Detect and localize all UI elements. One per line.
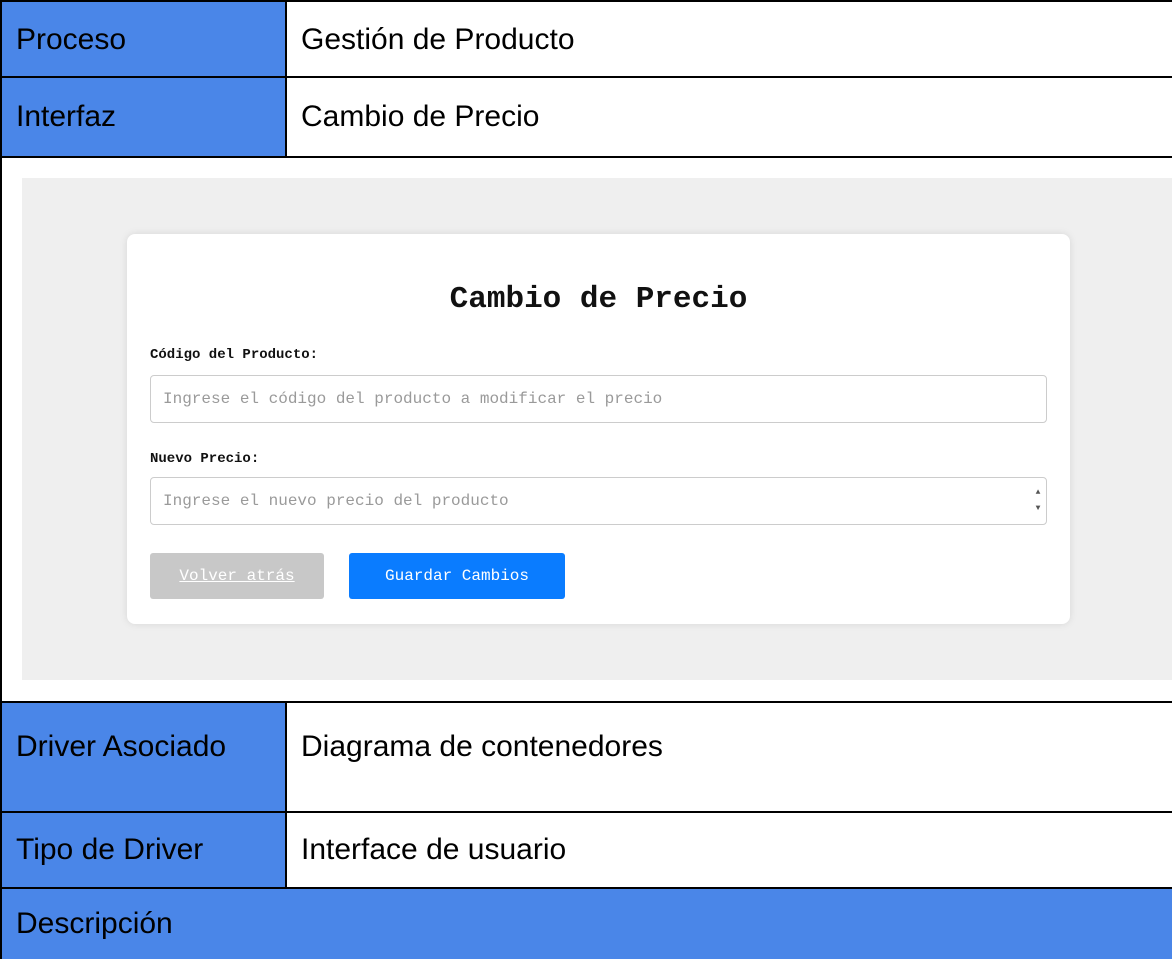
form-title: Cambio de Precio (449, 282, 748, 317)
proceso-value: Gestión de Producto (301, 23, 575, 56)
row-descripcion: Descripción (2, 889, 1172, 959)
tipo-driver-value: Interface de usuario (301, 833, 567, 866)
save-changes-button[interactable]: Guardar Cambios (349, 553, 565, 599)
row-interfaz: Interfaz Cambio de Precio (2, 78, 1172, 158)
interfaz-label: Interfaz (2, 78, 287, 156)
proceso-label: Proceso (2, 2, 287, 76)
row-proceso: Proceso Gestión de Producto (2, 2, 1172, 78)
product-code-label: Código del Producto: (150, 347, 319, 363)
interface-screenshot-row: Cambio de Precio Código del Producto: Nu… (2, 158, 1172, 703)
driver-value: Diagrama de contenedores (301, 730, 663, 763)
back-button[interactable]: Volver atrás (150, 553, 324, 599)
interface-mockup-background: Cambio de Precio Código del Producto: Nu… (22, 178, 1172, 680)
driver-label: Driver Asociado (2, 703, 287, 811)
spec-table: Proceso Gestión de Producto Interfaz Cam… (0, 0, 1172, 959)
new-price-input[interactable] (150, 477, 1047, 525)
spinner-down-icon[interactable]: ▼ (1036, 505, 1041, 513)
interfaz-value: Cambio de Precio (301, 100, 540, 133)
descripcion-label: Descripción (16, 907, 173, 940)
product-code-input[interactable] (150, 375, 1047, 423)
tipo-driver-label: Tipo de Driver (2, 813, 287, 887)
price-change-form-card: Cambio de Precio Código del Producto: Nu… (127, 234, 1070, 624)
row-tipo-driver: Tipo de Driver Interface de usuario (2, 813, 1172, 889)
price-spinner[interactable]: ▲ ▼ (1033, 489, 1043, 513)
row-driver: Driver Asociado Diagrama de contenedores (2, 703, 1172, 813)
new-price-label: Nuevo Precio: (150, 451, 260, 467)
spinner-up-icon[interactable]: ▲ (1036, 489, 1041, 497)
